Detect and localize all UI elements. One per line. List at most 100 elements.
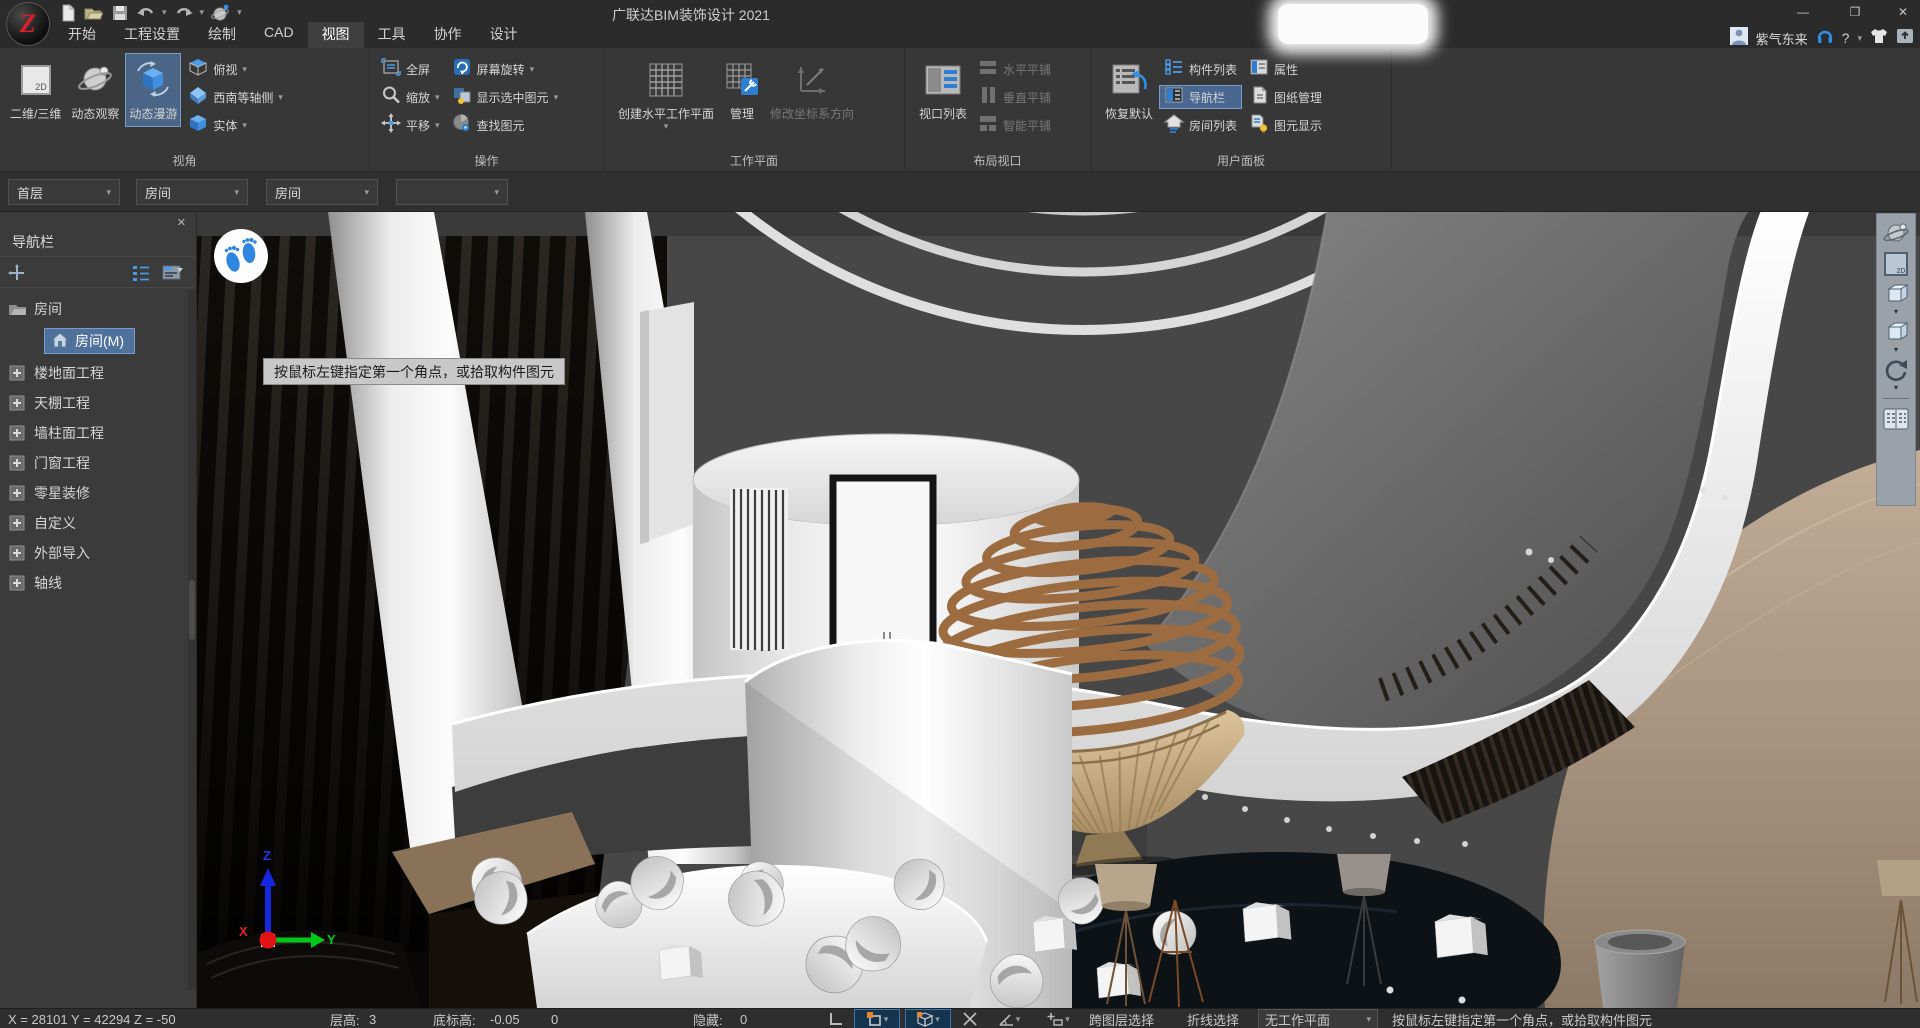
btn-tile-smart[interactable]: 智能平铺 [973,113,1056,137]
cube-view-tool-icon[interactable]: ▾ [1881,280,1911,316]
category-select[interactable]: 房间▾ [136,179,248,205]
user-name[interactable]: 紫气东来 [1756,29,1808,48]
minimize-button[interactable]: — [1788,2,1818,22]
floor-height-value[interactable]: 3 [369,1009,376,1028]
publish-upload-icon[interactable] [1896,28,1914,49]
orbit-tool-icon[interactable] [1881,220,1911,248]
btn-properties[interactable]: 属性 [1244,57,1327,81]
btn-create-horizontal-workplane[interactable]: 创建水平工作平面 ▾ [614,53,718,136]
list-view-icon[interactable] [132,264,150,287]
angle-snap-toggle[interactable]: ▾ [988,1009,1030,1028]
btn-orbit[interactable]: 动态观察 [67,53,123,127]
panel-layout-icon[interactable] [162,264,184,287]
tree-item-wall-column-works[interactable]: 墙柱面工程 [0,418,188,448]
base-elevation-extra[interactable]: 0 [551,1009,558,1028]
help-icon[interactable]: ? [1842,30,1850,46]
btn-tile-horizontal[interactable]: 水平平铺 [973,57,1056,81]
viewport-3d[interactable]: 按鼠标左键指定第一个角点，或拾取构件图元 X Y Z 2D ▾ ▾ ▾ [197,212,1920,1008]
btn-2d-3d[interactable]: 2D 二维/三维 [6,53,65,127]
empty-select[interactable]: ▾ [396,179,508,205]
spec-table-tool-icon[interactable] [1881,405,1911,433]
redo-dropdown-icon[interactable]: ▾ [200,8,205,17]
btn-navigation-bar[interactable]: 导航栏 [1159,85,1242,109]
cube-select-toggle[interactable]: ▾ [905,1009,951,1028]
cross-layer-select-button[interactable]: 跨图层选择 [1089,1009,1154,1028]
tree-item-custom[interactable]: 自定义 [0,508,188,538]
tab-design[interactable]: 设计 [476,22,532,48]
panel-scrollbar[interactable] [188,290,196,990]
panel-close-icon[interactable]: ✕ [177,216,186,229]
tree-item-axis-lines[interactable]: 轴线 [0,568,188,598]
btn-sw-isometric[interactable]: 西南等轴侧▾ [183,85,288,109]
manage-grid-icon [724,58,760,102]
btn-dynamic-walkthrough[interactable]: 动态漫游 [125,53,181,127]
ortho-toggle[interactable] [822,1009,850,1028]
btn-top-view[interactable]: 俯视▾ [183,57,288,81]
btn-pan[interactable]: 平移▾ [376,113,445,137]
increment-toggle[interactable]: ▾ [1036,1009,1080,1028]
add-view-icon[interactable] [8,264,26,287]
axis-x-label: X [239,924,248,939]
btn-component-list[interactable]: 构件列表 [1159,57,1242,81]
type-select[interactable]: 房间▾ [266,179,378,205]
tab-view[interactable]: 视图 [308,22,364,48]
ribbon-group-operations: 全屏 缩放▾ 平移▾ 屏幕旋转▾ [370,48,604,172]
btn-tile-vertical[interactable]: 垂直平铺 [973,85,1056,109]
headset-icon[interactable] [1816,27,1834,50]
undo-icon[interactable] [136,3,155,22]
skin-shirt-icon[interactable] [1870,28,1888,49]
redo-icon[interactable] [174,3,193,22]
cube-view-tool2-icon[interactable]: ▾ [1881,318,1911,354]
snap-cross-toggle[interactable] [955,1009,985,1028]
close-button[interactable]: ✕ [1888,2,1918,22]
toolbar-customize-icon[interactable]: ▾ [237,8,242,17]
sync-sphere-icon[interactable] [211,3,230,22]
tab-collaborate[interactable]: 协作 [420,22,476,48]
restore-button[interactable]: ❐ [1840,2,1870,22]
tab-project-settings[interactable]: 工程设置 [110,22,194,48]
drawing-management-icon [1249,85,1269,110]
app-logo[interactable]: Z [6,2,50,46]
tree-item-ceiling-works[interactable]: 天棚工程 [0,388,188,418]
tree-item-misc-decoration[interactable]: 零星装修 [0,478,188,508]
btn-solid-style[interactable]: 实体▾ [183,113,288,137]
axis-y-label: Y [327,932,336,947]
ribbon-group-layout-viewport: 视口列表 水平平铺 垂直平铺 智能平铺 [905,48,1091,172]
btn-viewport-list[interactable]: 视口列表 [915,53,971,127]
workplane-select[interactable]: 无工作平面▾ [1258,1009,1378,1028]
polyline-select-button[interactable]: 折线选择 [1187,1009,1239,1028]
btn-manage-workplane[interactable]: 管理 [720,53,764,127]
btn-restore-default[interactable]: 恢复默认 [1101,53,1157,127]
btn-fullscreen[interactable]: 全屏 [376,57,445,81]
help-dropdown-icon[interactable]: ▾ [1857,34,1862,43]
user-avatar[interactable] [1730,27,1748,50]
btn-drawing-management[interactable]: 图纸管理 [1244,85,1327,109]
base-elevation-value[interactable]: -0.05 [490,1009,520,1028]
btn-find-element[interactable]: 查找图元 [447,113,564,137]
group-label-view-angle: 视角 [0,152,369,169]
btn-zoom[interactable]: 缩放▾ [376,85,445,109]
2d-view-tool-icon[interactable]: 2D [1881,250,1911,278]
refresh-view-tool-icon[interactable]: ▾ [1881,356,1911,392]
save-icon[interactable] [110,3,129,22]
new-file-icon[interactable] [58,3,77,22]
tree-item-floor-works[interactable]: 楼地面工程 [0,358,188,388]
tab-start[interactable]: 开始 [54,22,110,48]
tab-cad[interactable]: CAD [250,22,308,48]
tab-draw[interactable]: 绘制 [194,22,250,48]
undo-dropdown-icon[interactable]: ▾ [162,8,167,17]
tree-item-external-import[interactable]: 外部导入 [0,538,188,568]
group-label-operations: 操作 [370,152,603,169]
tab-tools[interactable]: 工具 [364,22,420,48]
open-file-icon[interactable] [84,3,103,22]
btn-modify-coord-direction[interactable]: 修改坐标系方向 [766,53,858,127]
btn-room-list[interactable]: 房间列表 [1159,113,1242,137]
btn-screen-rotate[interactable]: 屏幕旋转▾ [447,57,564,81]
tree-item-door-window-works[interactable]: 门窗工程 [0,448,188,478]
btn-element-display[interactable]: 图元显示 [1244,113,1327,137]
tree-root-room[interactable]: 房间 [0,294,188,324]
tree-item-room-m[interactable]: 房间(M) [0,324,188,358]
floor-select[interactable]: 首层▾ [8,179,120,205]
btn-show-selected[interactable]: 显示选中图元▾ [447,85,564,109]
rect-select-toggle[interactable]: ▾ [854,1009,900,1028]
